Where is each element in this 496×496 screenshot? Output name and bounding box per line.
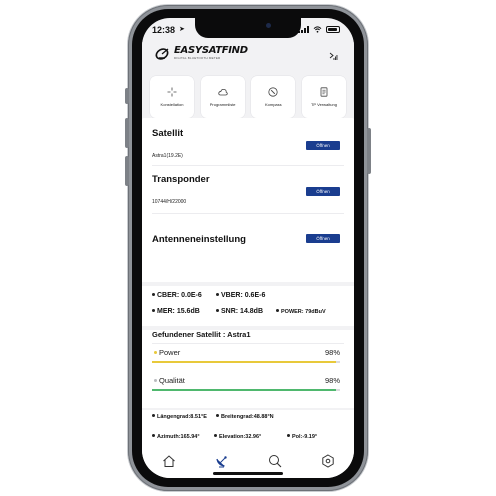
wifi-icon: [313, 26, 322, 33]
cber-value: CBER: 0.0E-6: [152, 292, 202, 299]
found-satellite-card: Gefundener Satellit : Astra1 Power 98% Q…: [142, 330, 354, 408]
bullet-dot: [152, 292, 155, 296]
latitude-value: Breitengrad:48.88°N: [216, 414, 274, 420]
logo-prefix: EASY: [174, 45, 202, 56]
tp-verwaltung-button[interactable]: TP Verwaltung: [301, 76, 346, 118]
kompass-button[interactable]: Kompass: [251, 76, 296, 118]
home-indicator: [213, 472, 283, 475]
tab-home[interactable]: [162, 454, 176, 473]
power-percent: 98%: [324, 348, 340, 357]
kompass-label: Kompass: [264, 102, 282, 107]
transponder-title: Transponder: [152, 174, 210, 185]
logo-tagline: DIGITAL BLUETOOTH METER: [174, 56, 221, 60]
divider: [152, 165, 344, 166]
bullet-dot: [152, 434, 155, 438]
quick-actions: Konstellation Programmliste Kompass TP V…: [150, 76, 346, 118]
logo-wordmark: EASYSATFIND DIGITAL BLUETOOTH METER: [174, 45, 248, 61]
tab-search[interactable]: [268, 454, 282, 473]
brand-logo: EASYSATFIND DIGITAL BLUETOOTH METER: [154, 46, 248, 60]
snr-value: SNR: 14.8dB: [216, 308, 263, 315]
pol-value: Pol:-9.19°: [287, 434, 317, 440]
satellite-dish-icon: [215, 456, 227, 468]
app-screen: 12:38 ➤ EASYSATFIND DIGITAL BLUETOOTH ME…: [142, 18, 354, 478]
tp-verwaltung-label: TP Verwaltung: [310, 102, 337, 107]
bullet-dot: [214, 434, 217, 438]
konstellation-label: Konstellation: [160, 102, 184, 107]
power-value: POWER: 79dBuV: [276, 309, 326, 315]
bluetooth-signal-icon[interactable]: [328, 51, 338, 61]
notch: [195, 18, 301, 38]
logo-name: SATFIND: [201, 45, 248, 56]
compass-icon: [268, 87, 278, 97]
battery-icon: [326, 26, 340, 33]
satellite-title: Satellit: [152, 128, 184, 139]
bullet-dot: [276, 309, 279, 313]
measurements-card: CBER: 0.0E-6 VBER: 0.6E-6 MER: 15.6dB SN…: [142, 286, 354, 326]
quality-dot: [154, 378, 157, 382]
tab-settings[interactable]: [321, 454, 335, 473]
satellite-value: Astra1(19.2E): [152, 153, 183, 159]
antenna-title: Antenneneinstellung: [152, 234, 246, 245]
transponder-value: 10744/H/22000: [152, 199, 187, 205]
document-icon: [320, 87, 328, 97]
konstellation-button[interactable]: Konstellation: [150, 76, 194, 118]
front-camera: [266, 23, 271, 28]
bullet-dot: [152, 414, 155, 418]
programmliste-button[interactable]: Programmliste: [200, 76, 245, 118]
position-card: Längengrad:8.51°E Breitengrad:48.88°N Az…: [142, 410, 354, 450]
quality-percent: 98%: [324, 376, 340, 385]
search-icon: [268, 455, 281, 468]
satellite-dish-logo-icon: [155, 48, 169, 60]
transponder-open-button[interactable]: Öffnen: [306, 187, 340, 196]
cloud-icon: [218, 88, 228, 96]
bullet-dot: [216, 414, 219, 418]
bullet-dot: [216, 308, 219, 312]
mute-switch: [125, 88, 129, 104]
status-time: 12:38: [152, 25, 176, 35]
crosshair-icon: [167, 87, 177, 97]
power-bar-fill: [152, 361, 337, 363]
divider: [152, 343, 344, 344]
bullet-dot: [216, 292, 219, 296]
quality-label: Qualität: [154, 376, 185, 385]
status-icons: [298, 26, 340, 33]
power-dot: [154, 350, 157, 354]
longitude-value: Längengrad:8.51°E: [152, 414, 207, 420]
volume-down-button: [125, 156, 129, 186]
antenna-open-button[interactable]: Öffnen: [306, 234, 340, 243]
volume-up-button: [125, 118, 129, 148]
settings-icon: [321, 454, 334, 468]
selection-card: Satellit Astra1(19.2E) Öffnen Transponde…: [142, 118, 354, 282]
satellite-open-button[interactable]: Öffnen: [306, 141, 340, 150]
bullet-dot: [287, 434, 290, 438]
quality-bar-fill: [152, 389, 337, 391]
programmliste-label: Programmliste: [209, 102, 236, 107]
tab-satellite[interactable]: [215, 454, 229, 473]
divider: [152, 213, 344, 214]
location-arrow-icon: ➤: [179, 26, 185, 33]
quality-bar-track: [152, 389, 340, 391]
azimuth-value: Azimuth:165.94°: [152, 434, 200, 440]
tab-bar: [142, 446, 354, 478]
power-bar-track: [152, 361, 340, 363]
mer-value: MER: 15.6dB: [152, 308, 200, 315]
side-button: [367, 128, 371, 174]
elevation-value: Elevation:32.96°: [214, 434, 261, 440]
home-icon: [162, 455, 175, 467]
power-label: Power: [154, 348, 180, 357]
vber-value: VBER: 0.6E-6: [216, 292, 265, 299]
found-satellite-title: Gefundener Satellit : Astra1: [152, 330, 251, 339]
bullet-dot: [152, 308, 155, 312]
